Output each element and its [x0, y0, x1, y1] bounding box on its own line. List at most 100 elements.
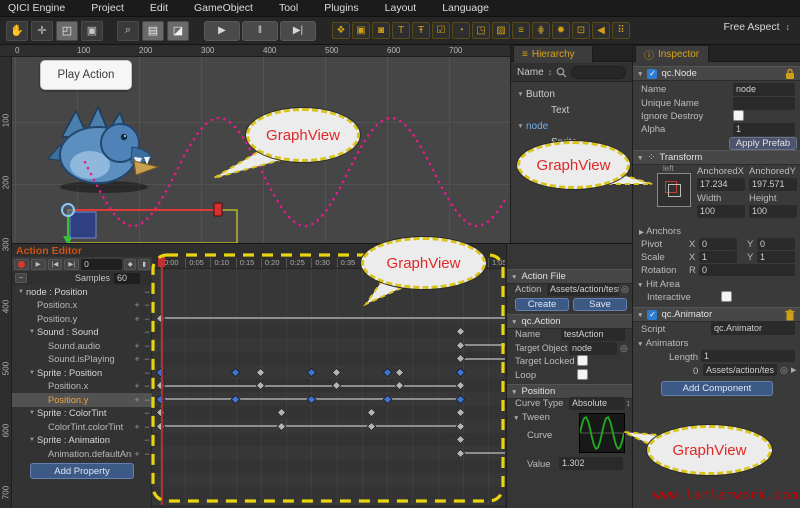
layout-lines-icon[interactable]: ≡ — [512, 22, 530, 39]
prev-key-button[interactable]: |◀ — [48, 259, 63, 270]
transform-header[interactable]: ⁘ Transform — [633, 150, 800, 165]
curve-preview[interactable] — [579, 413, 625, 453]
hierarchy-item-text[interactable]: Text — [511, 102, 632, 118]
scrollview-icon[interactable]: ◳ — [472, 22, 490, 39]
image-icon[interactable]: ▨ — [492, 22, 510, 39]
add-event-icon[interactable]: ▮ — [138, 259, 150, 270]
tab-hierarchy[interactable]: Hierarchy — [513, 45, 593, 62]
expand-arrow-icon[interactable] — [511, 316, 517, 327]
action-property-row[interactable]: ▼Sprite : Position− — [12, 366, 152, 380]
add-component-button[interactable]: Add Component — [661, 381, 773, 396]
apply-prefab-button[interactable]: Apply Prefab — [729, 137, 797, 150]
remove-key-button[interactable]: − — [142, 368, 152, 378]
object-picker-icon[interactable] — [780, 365, 788, 376]
move-tool-icon[interactable]: ✛ — [31, 21, 53, 41]
rect-tool-icon[interactable]: ▣ — [81, 21, 103, 41]
anchor-preset-widget[interactable] — [657, 173, 691, 207]
save-button[interactable]: Save — [573, 298, 627, 311]
scale-tool-icon[interactable]: ◰ — [56, 21, 78, 41]
progress-icon[interactable]: ◔ — [452, 22, 470, 39]
remove-key-button[interactable]: − — [142, 395, 152, 405]
remove-key-button[interactable]: − — [142, 435, 152, 445]
select-tool-icon[interactable]: ◪ — [167, 21, 189, 41]
animator-item-field[interactable]: Assets/action/tes — [703, 364, 777, 376]
samples-field[interactable]: 60 — [114, 273, 140, 284]
expand-arrow-icon[interactable]: ▼ — [16, 289, 26, 295]
hit-area-row[interactable]: Hit Area — [637, 279, 680, 290]
menu-plugins[interactable]: Plugins — [324, 2, 358, 14]
item-expand-icon[interactable]: ▶ — [791, 366, 796, 374]
dropdown-icon[interactable]: ⊡ — [572, 22, 590, 39]
sliders-icon[interactable]: ⋕ — [532, 22, 550, 39]
add-key-button[interactable]: + — [132, 422, 142, 432]
target-locked-checkbox[interactable] — [577, 355, 588, 366]
keyframe-diamond[interactable] — [155, 421, 165, 431]
add-key-button[interactable]: + — [132, 449, 142, 459]
action-property-row[interactable]: ColorTint.colorTint+− — [12, 420, 152, 434]
pivot-y-field[interactable]: 0 — [757, 238, 795, 250]
play-button[interactable]: ▶ — [31, 259, 46, 270]
add-property-button[interactable]: Add Property — [30, 463, 134, 479]
object-picker-icon[interactable] — [621, 284, 629, 295]
remove-key-button[interactable]: − — [142, 408, 152, 418]
keyframe-diamond[interactable] — [256, 367, 266, 377]
pivot-x-field[interactable]: 0 — [699, 238, 737, 250]
toggle-icon[interactable]: ☑ — [432, 22, 450, 39]
action-property-row[interactable]: Sound.isPlaying+− — [12, 353, 152, 367]
menu-layout[interactable]: Layout — [385, 2, 417, 14]
expand-arrow-icon[interactable] — [637, 279, 643, 290]
list-view-icon[interactable]: ▤ — [142, 21, 164, 41]
unique-name-field[interactable] — [733, 97, 795, 110]
dopesheet-timeline[interactable]: 0:000:050:100:150:200:250:300:350:400:45… — [152, 256, 505, 505]
expand-arrow-icon[interactable]: ▼ — [27, 410, 37, 416]
keyframe-diamond[interactable] — [155, 394, 165, 404]
component-enabled-checkbox[interactable] — [647, 310, 657, 320]
play-button[interactable]: ▶ — [204, 21, 240, 41]
keyframe-diamond[interactable] — [155, 313, 165, 323]
name-field[interactable]: node — [733, 83, 795, 96]
pause-button[interactable]: ‖ — [242, 21, 278, 41]
tween-row[interactable]: Tween — [513, 412, 550, 423]
next-key-button[interactable]: ▶| — [64, 259, 79, 270]
action-path-field[interactable]: Assets/action/testActio — [547, 283, 619, 296]
interactive-checkbox[interactable] — [721, 291, 732, 302]
action-property-row[interactable]: Position.x+− — [12, 380, 152, 394]
loop-checkbox[interactable] — [577, 369, 588, 380]
expand-arrow-icon[interactable] — [639, 226, 644, 237]
remove-key-button[interactable]: − — [142, 449, 152, 459]
menu-edit[interactable]: Edit — [150, 2, 168, 14]
record-button[interactable] — [14, 259, 29, 270]
expand-arrow-icon[interactable]: ▼ — [515, 91, 526, 98]
add-keyframe-icon[interactable]: ◆ — [124, 259, 136, 270]
keyframe-diamond[interactable] — [382, 394, 392, 404]
action-property-row[interactable]: ▼Sound : Sound− — [12, 326, 152, 340]
trash-icon[interactable] — [785, 309, 795, 321]
expand-arrow-icon[interactable]: ▼ — [27, 437, 37, 443]
anchoredx-field[interactable]: 17.234 — [697, 178, 745, 191]
tween-icon[interactable]: ✹ — [552, 22, 570, 39]
play-action-button[interactable]: Play Action — [40, 60, 132, 90]
target-object-field[interactable]: node — [569, 342, 617, 355]
collapse-all-button[interactable] — [15, 273, 27, 283]
add-key-button[interactable]: + — [132, 354, 142, 364]
value-field[interactable]: 1.302 — [559, 457, 623, 470]
menu-language[interactable]: Language — [442, 2, 489, 14]
keyframe-diamond[interactable] — [155, 367, 165, 377]
remove-key-button[interactable]: − — [142, 300, 152, 310]
anchors-row[interactable]: Anchors — [639, 226, 681, 237]
action-property-row[interactable]: ▼node : Position− — [12, 285, 152, 299]
menu-project[interactable]: Project — [91, 2, 124, 14]
current-frame-field[interactable]: 0 — [81, 259, 122, 270]
step-button[interactable]: ▶| — [280, 21, 316, 41]
expand-arrow-icon[interactable] — [637, 68, 643, 79]
qc-animator-header[interactable]: qc.Animator — [633, 307, 800, 322]
playhead[interactable] — [161, 256, 163, 505]
remove-key-button[interactable]: − — [142, 287, 152, 297]
keyframe-diamond[interactable] — [306, 367, 316, 377]
action-file-header[interactable]: Action File — [507, 269, 632, 284]
expand-arrow-icon[interactable] — [637, 152, 643, 163]
action-property-row[interactable]: ▼Sprite : ColorTint− — [12, 407, 152, 421]
zoom-tool-icon[interactable]: ⌕ — [117, 21, 139, 41]
alpha-field[interactable]: 1 — [733, 123, 795, 136]
sort-icon[interactable] — [548, 67, 553, 78]
